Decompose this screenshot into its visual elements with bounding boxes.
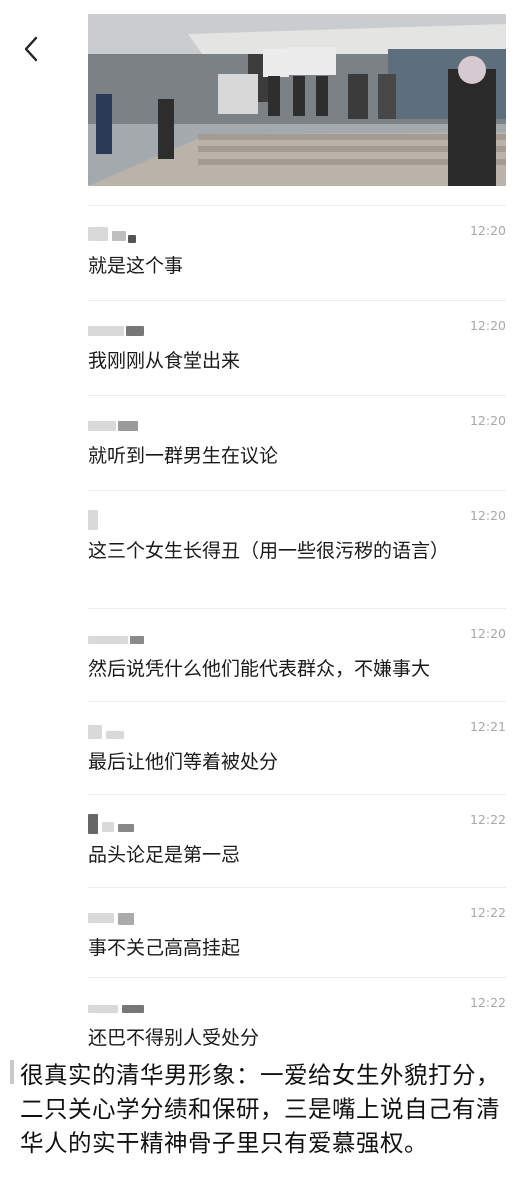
divider: [88, 608, 506, 609]
chat-message: 12:20 然后说凭什么他们能代表群众，不嫌事大: [88, 608, 506, 701]
chat-message: 12:21 最后让他们等着被处分: [88, 701, 506, 794]
chat-message: 12:20 就听到一群男生在议论: [88, 395, 506, 490]
message-time: 12:22: [469, 905, 506, 920]
back-button[interactable]: [18, 34, 44, 64]
sender-name-redacted: [88, 510, 158, 530]
caption-text: 很真实的清华男形象：一爱给女生外貌打分，二只关心学分绩和保研，三是嘴上说自己有清…: [20, 1061, 500, 1157]
message-text[interactable]: 然后说凭什么他们能代表群众，不嫌事大: [88, 654, 506, 684]
chat-photo[interactable]: [88, 14, 506, 186]
sender-name-redacted: [88, 415, 158, 431]
divider: [88, 395, 506, 396]
sender-name-redacted: [88, 320, 158, 336]
chevron-left-icon: [24, 36, 38, 62]
message-text[interactable]: 这三个女生长得丑（用一些很污秽的语言）: [88, 536, 488, 566]
message-text[interactable]: 最后让他们等着被处分: [88, 747, 498, 777]
message-text[interactable]: 品头论足是第一忌: [88, 840, 498, 870]
chat-message: 12:20 我刚刚从食堂出来: [88, 300, 506, 395]
divider: [88, 490, 506, 491]
chat-message: 12:20 就是这个事: [88, 205, 506, 300]
sender-name-redacted: [88, 997, 158, 1013]
chat-message: 12:22 品头论足是第一忌: [88, 794, 506, 887]
chat-message: 12:20 这三个女生长得丑（用一些很污秽的语言）: [88, 490, 506, 608]
message-text[interactable]: 还巴不得别人受处分: [88, 1023, 498, 1053]
post-caption: 很真实的清华男形象：一爱给女生外貌打分，二只关心学分绩和保研，三是嘴上说自己有清…: [0, 1050, 529, 1200]
message-text[interactable]: 就听到一群男生在议论: [88, 441, 498, 471]
divider: [88, 205, 506, 206]
chat-message: 12:22 还巴不得别人受处分: [88, 977, 506, 1050]
message-text[interactable]: 事不关己高高挂起: [88, 933, 498, 963]
chat-message: 12:22 事不关己高高挂起: [88, 887, 506, 977]
message-time: 12:21: [469, 719, 506, 734]
sender-name-redacted: [88, 225, 158, 243]
message-time: 12:20: [469, 413, 506, 428]
message-time: 12:20: [469, 223, 506, 238]
message-time: 12:20: [469, 318, 506, 333]
divider: [88, 701, 506, 702]
quote-bar: [10, 1060, 14, 1084]
sender-name-redacted: [88, 721, 158, 739]
campus-scene-image: [88, 14, 506, 186]
message-time: 12:22: [469, 995, 506, 1010]
sender-name-redacted: [88, 907, 158, 925]
sender-name-redacted: [88, 814, 158, 834]
sender-name-redacted: [88, 628, 158, 644]
divider: [88, 887, 506, 888]
message-text[interactable]: 就是这个事: [88, 251, 498, 281]
divider: [88, 794, 506, 795]
message-time: 12:22: [469, 812, 506, 827]
message-time: 12:20: [469, 626, 506, 641]
divider: [88, 977, 506, 978]
message-text[interactable]: 我刚刚从食堂出来: [88, 346, 498, 376]
divider: [88, 300, 506, 301]
message-time: 12:20: [469, 508, 506, 523]
